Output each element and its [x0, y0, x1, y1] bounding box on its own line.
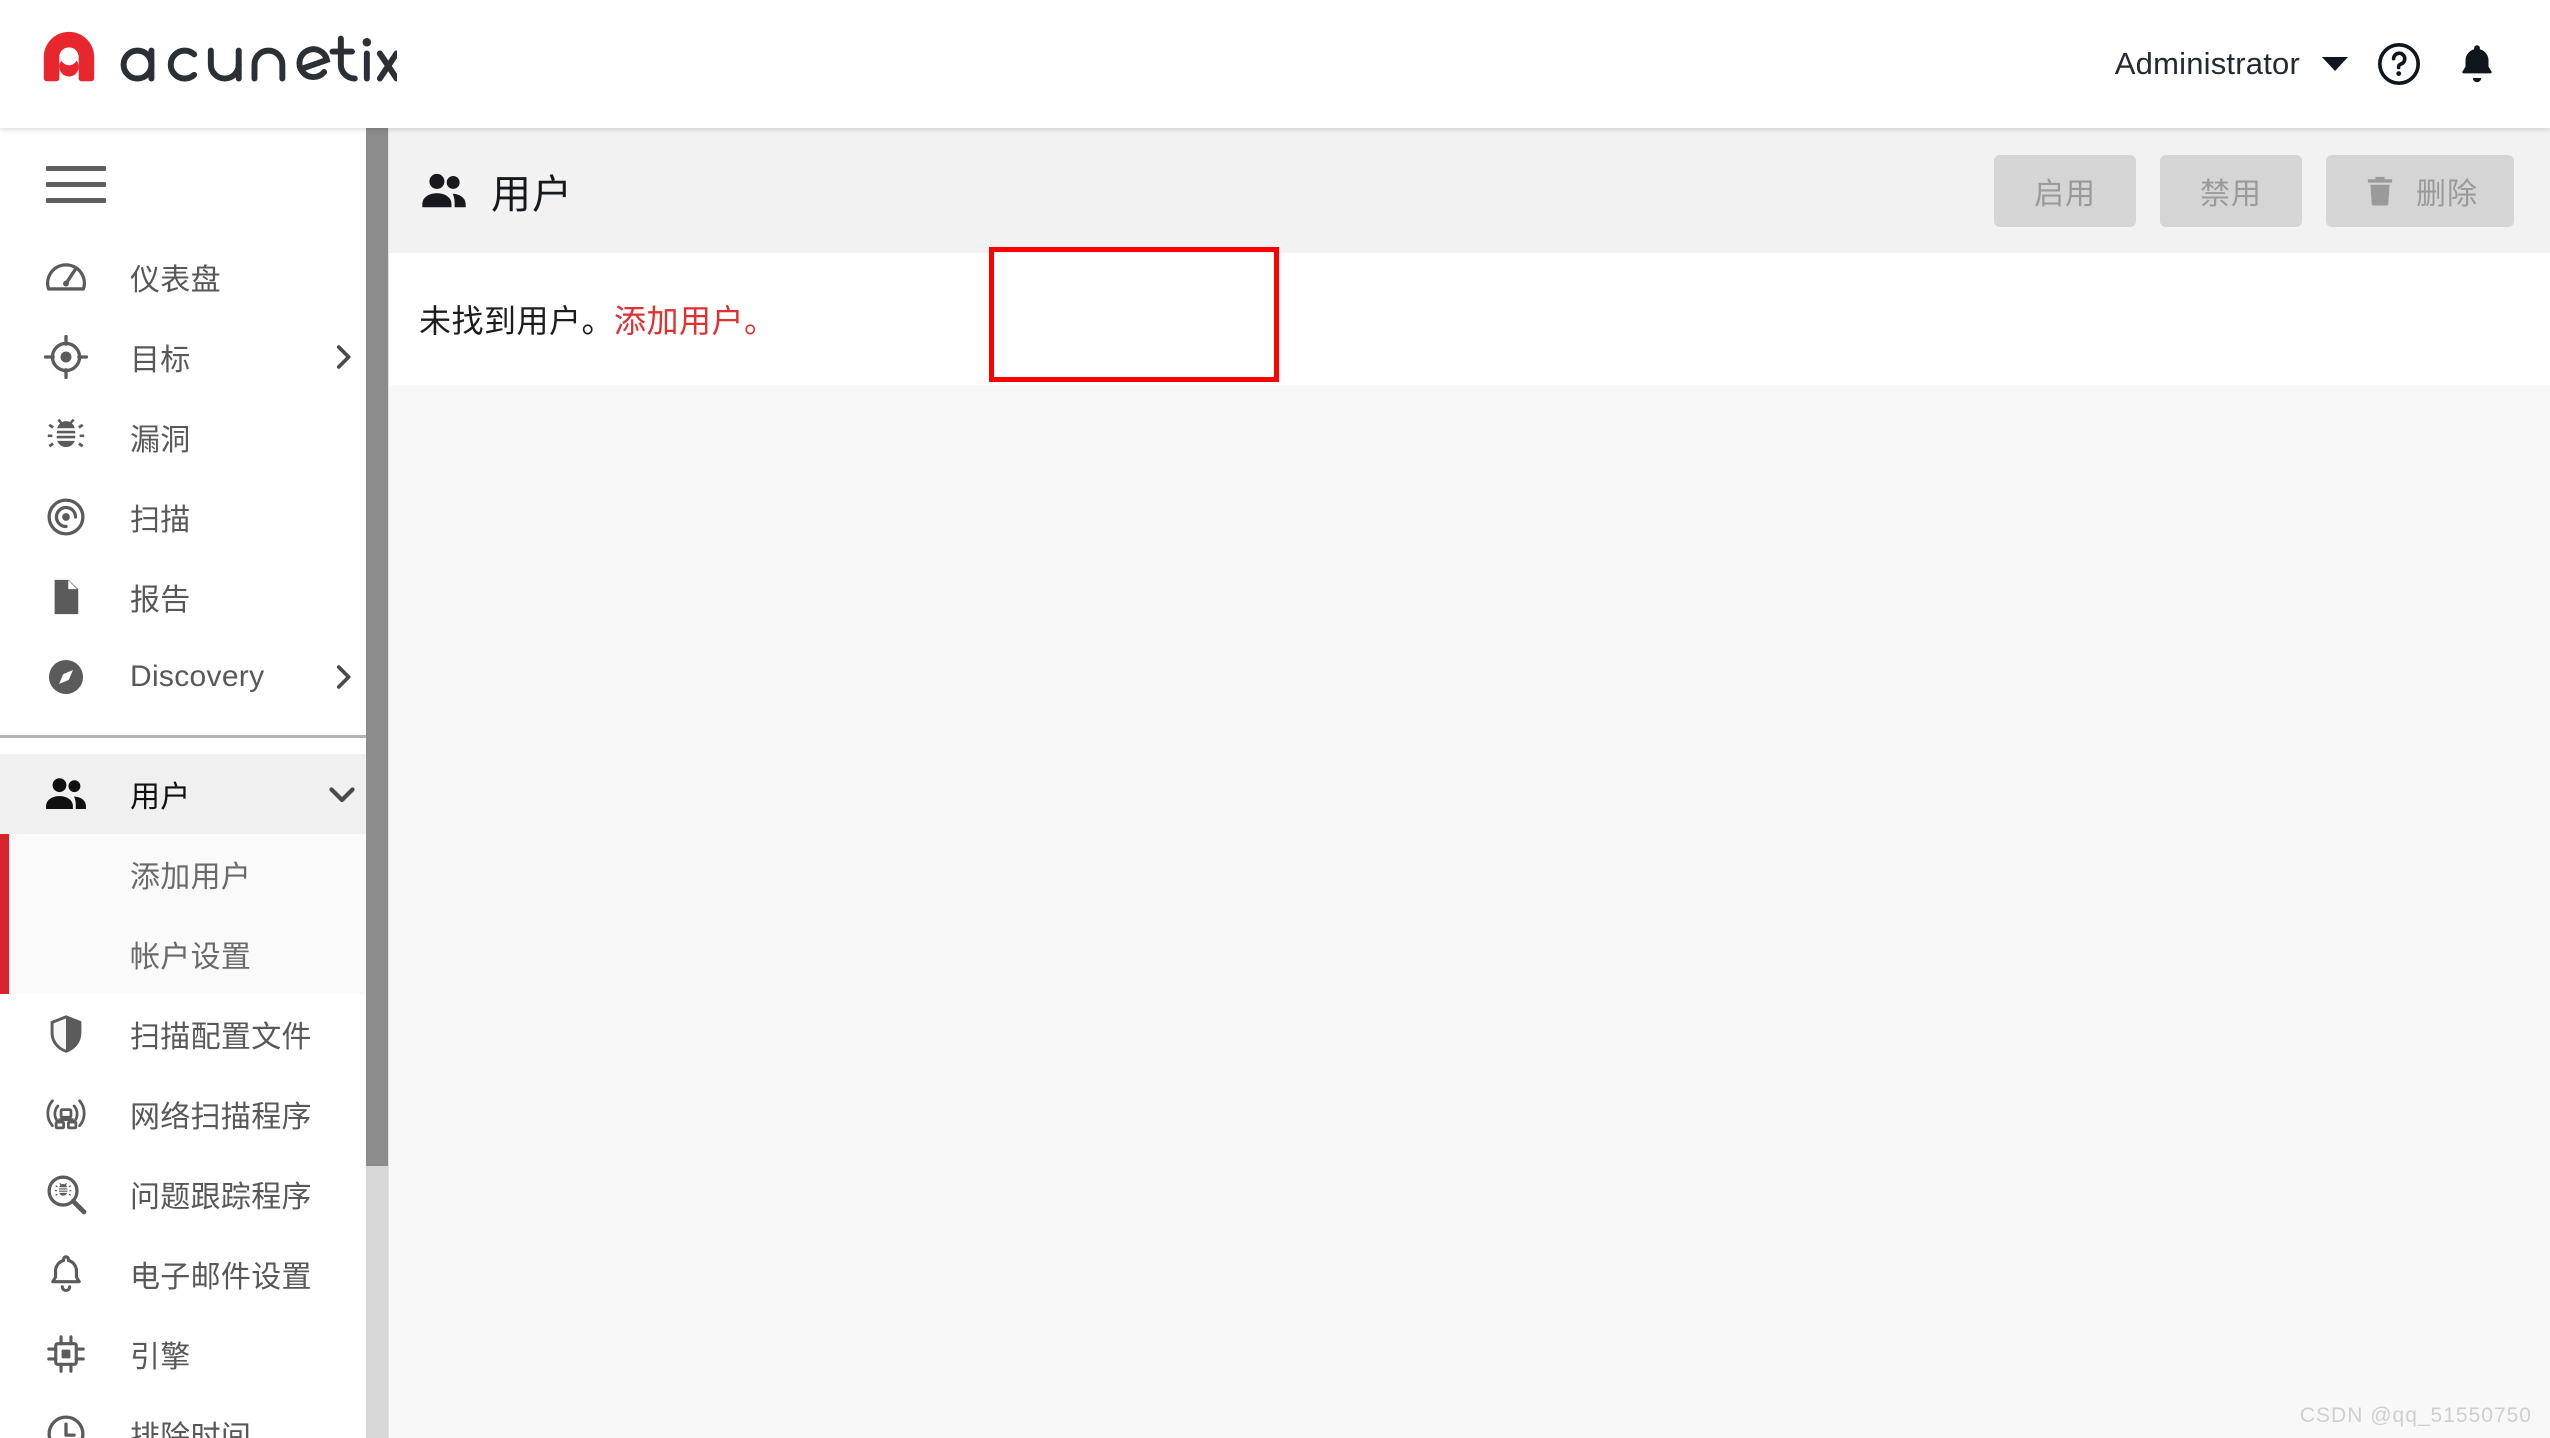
sidebar-item-label: 排除时间 — [130, 1421, 252, 1438]
network-scanner-icon — [40, 1088, 92, 1140]
sidebar: 仪表盘 目标 漏洞 扫描 报告 Discovery 用户 添加用户 帐户设置 扫… — [0, 128, 389, 1438]
bell-icon — [40, 1248, 92, 1300]
compass-icon — [40, 651, 92, 703]
sidebar-item-label: 扫描配置文件 — [130, 1021, 312, 1054]
sidebar-toggle-button[interactable] — [0, 128, 106, 237]
chevron-right-icon — [326, 340, 360, 374]
acunetix-wordmark-icon — [120, 35, 397, 82]
sidebar-item-scan-profiles[interactable]: 扫描配置文件 — [0, 994, 388, 1074]
empty-state-message: 未找到用户。 — [419, 303, 615, 339]
header-actions: Administrator — [2103, 0, 2516, 128]
bell-icon — [2462, 45, 2492, 83]
sidebar-item-label: 报告 — [130, 584, 191, 617]
sidebar-item-label: 问题跟踪程序 — [130, 1181, 312, 1214]
user-menu[interactable]: Administrator — [2103, 36, 2360, 92]
sidebar-item-label: 扫描 — [130, 504, 191, 537]
annotation-highlight-box — [989, 247, 1279, 382]
sidebar-divider — [0, 735, 388, 738]
sidebar-item-reports[interactable]: 报告 — [0, 557, 388, 637]
app-root: Administrator 仪表盘 目标 漏洞 扫描 报告 Discovery … — [0, 0, 2550, 1438]
sidebar-item-label: 用户 — [130, 781, 191, 814]
page-header: 用户 启用 禁用 删除 — [389, 128, 2550, 253]
sidebar-subitem-add-user[interactable]: 添加用户 — [0, 834, 388, 914]
sidebar-item-targets[interactable]: 目标 — [0, 317, 388, 397]
sidebar-item-dashboard[interactable]: 仪表盘 — [0, 237, 388, 317]
add-user-link[interactable]: 添加用户。 — [614, 296, 777, 342]
sidebar-item-label: 电子邮件设置 — [130, 1261, 312, 1294]
sidebar-item-label: 仪表盘 — [130, 264, 221, 297]
sidebar-item-engines[interactable]: 引擎 — [0, 1314, 388, 1394]
sidebar-subitem-label: 帐户设置 — [130, 941, 252, 974]
users-empty-state: 未找到用户。 添加用户。 — [389, 247, 2550, 385]
sidebar-item-issue-trackers[interactable]: 问题跟踪程序 — [0, 1154, 388, 1234]
trash-icon — [2362, 173, 2398, 209]
sidebar-item-label: Discovery — [130, 660, 265, 693]
disable-button[interactable]: 禁用 — [2160, 154, 2302, 227]
watermark: CSDN @qq_51550750 — [2299, 1404, 2532, 1427]
sidebar-item-excluded-hours[interactable]: 排除时间 — [0, 1394, 388, 1438]
chevron-down-icon — [324, 776, 360, 812]
sidebar-subitem-account-settings[interactable]: 帐户设置 — [0, 914, 388, 994]
brand-logo[interactable] — [38, 28, 397, 90]
sidebar-secondary-group: 扫描配置文件 网络扫描程序 问题跟踪程序 电子邮件设置 引擎 排除时间 — [0, 994, 388, 1438]
page-title-group: 用户 — [419, 162, 573, 220]
enable-button[interactable]: 启用 — [1994, 154, 2136, 227]
sidebar-primary-group: 仪表盘 目标 漏洞 扫描 报告 Discovery — [0, 237, 388, 717]
chevron-right-icon — [326, 660, 360, 694]
acunetix-mark-icon — [43, 31, 95, 82]
enable-button-label: 启用 — [2034, 177, 2096, 211]
top-header: Administrator — [0, 0, 2550, 128]
document-icon — [40, 571, 92, 623]
radar-icon — [40, 491, 92, 543]
chip-icon — [40, 1328, 92, 1380]
delete-button[interactable]: 删除 — [2326, 154, 2514, 227]
sidebar-item-email-settings[interactable]: 电子邮件设置 — [0, 1234, 388, 1314]
sidebar-scrollbar-track[interactable] — [366, 128, 388, 1438]
users-icon — [40, 768, 92, 820]
disable-button-label: 禁用 — [2200, 177, 2262, 211]
sidebar-item-scans[interactable]: 扫描 — [0, 477, 388, 557]
delete-button-label: 删除 — [2416, 177, 2478, 211]
target-icon — [40, 331, 92, 383]
sidebar-scroll-content: 仪表盘 目标 漏洞 扫描 报告 Discovery 用户 添加用户 帐户设置 扫… — [0, 128, 388, 1438]
shield-icon — [40, 1008, 92, 1060]
sidebar-item-discovery[interactable]: Discovery — [0, 637, 388, 717]
sidebar-subitem-label: 添加用户 — [130, 861, 252, 894]
bug-icon — [40, 411, 92, 463]
users-icon — [419, 166, 469, 216]
page-header-actions: 启用 禁用 删除 — [1994, 154, 2514, 227]
help-button[interactable] — [2360, 25, 2438, 103]
hamburger-icon-bar — [46, 166, 106, 171]
sidebar-item-label: 目标 — [130, 344, 191, 377]
page-title: 用户 — [491, 172, 573, 217]
sidebar-item-users[interactable]: 用户 — [0, 754, 388, 834]
help-circle-icon — [2378, 43, 2420, 85]
clock-icon — [40, 1408, 92, 1438]
main-content: 用户 启用 禁用 删除 未找到用户。 添加用户。 — [389, 128, 2550, 1438]
sidebar-group-users: 用户 添加用户 帐户设置 — [0, 754, 388, 994]
sidebar-item-vulnerabilities[interactable]: 漏洞 — [0, 397, 388, 477]
hamburger-icon-bar — [46, 182, 106, 187]
user-menu-label: Administrator — [2114, 46, 2300, 81]
sidebar-scrollbar-thumb[interactable] — [366, 128, 388, 1166]
notifications-button[interactable] — [2438, 25, 2516, 103]
sidebar-item-label: 网络扫描程序 — [130, 1101, 312, 1134]
sidebar-item-network-scanner[interactable]: 网络扫描程序 — [0, 1074, 388, 1154]
hamburger-icon-bar — [46, 198, 106, 203]
sidebar-item-label: 漏洞 — [130, 424, 191, 457]
gauge-icon — [40, 251, 92, 303]
chevron-down-icon — [2322, 57, 2348, 71]
bug-search-icon — [40, 1168, 92, 1220]
sidebar-item-label: 引擎 — [130, 1341, 191, 1374]
